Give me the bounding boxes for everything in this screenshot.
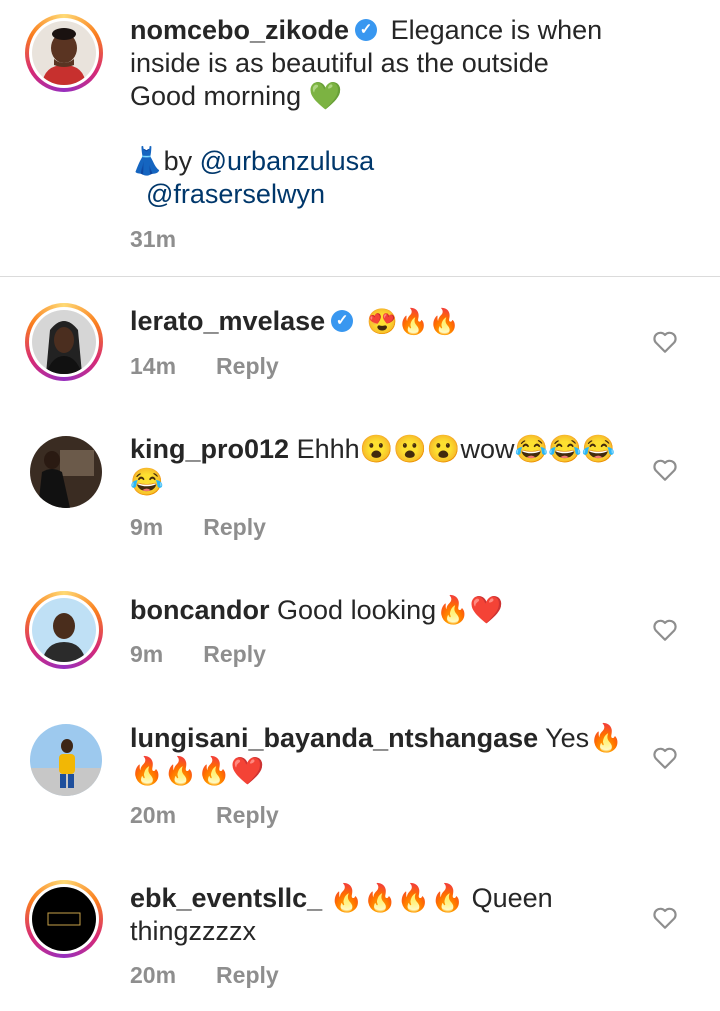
comment-text: 😍🔥🔥 [366,308,461,336]
reply-button[interactable]: Reply [216,353,279,379]
avatar[interactable] [30,436,102,508]
verified-badge-icon: ✓ [331,309,354,332]
avatar [32,21,96,85]
mention-link[interactable]: @urbanzulusa [200,146,375,176]
comment-text-continued: 🔥🔥🔥❤️ [130,756,265,786]
comment-timestamp: 9m [130,641,164,667]
comment-timestamp: 20m [130,962,177,988]
comment-avatar-ring[interactable] [25,880,103,958]
avatar [32,310,96,374]
post-author-avatar-ring[interactable] [25,14,103,92]
heart-outline-icon[interactable] [652,745,678,771]
heart-outline-icon[interactable] [652,617,678,643]
caption-text-line3: Good morning 💚 [130,81,343,111]
caption-text-line1: Elegance is when [390,15,603,45]
avatar [32,598,96,662]
verified-badge-icon: ✓ [355,18,378,41]
heart-outline-icon[interactable] [652,457,678,483]
comment-text: 🔥🔥🔥🔥 Queen [329,883,553,913]
comment-avatar-ring[interactable] [25,303,103,381]
comment-avatar-ring[interactable] [25,591,103,669]
mention-link[interactable]: @fraserselwyn [146,179,325,209]
comment-username[interactable]: lungisani_bayanda_ntshangase [130,723,538,753]
comment-username[interactable]: king_pro012 [130,434,289,464]
caption-text-line2: inside is as beautiful as the outside [130,48,549,78]
comment-username[interactable]: ebk_eventsllc_ [130,883,322,913]
comment-timestamp: 20m [130,802,177,828]
avatar [32,887,96,951]
post-timestamp: 31m [130,226,177,252]
comment-timestamp: 14m [130,353,177,379]
heart-outline-icon[interactable] [652,329,678,355]
avatar[interactable] [30,724,102,796]
reply-button[interactable]: Reply [203,641,266,667]
comment-text-continued: thingzzzzx [130,916,257,946]
caption-credit-prefix: 👗by [130,146,200,176]
comment-username[interactable]: lerato_mvelase [130,306,325,336]
comment-text: Good looking🔥❤️ [277,595,504,625]
comment-text: Ehhh😮😮😮wow😂😂😂 [296,434,616,464]
heart-outline-icon[interactable] [652,905,678,931]
comment-timestamp: 9m [130,514,164,540]
divider [0,276,720,277]
comment-username[interactable]: boncandor [130,595,270,625]
comment-text-continued: 😂 [130,467,164,497]
reply-button[interactable]: Reply [216,962,279,988]
post-author-username[interactable]: nomcebo_zikode [130,15,349,45]
comment-text: Yes🔥 [545,723,623,753]
reply-button[interactable]: Reply [216,802,279,828]
reply-button[interactable]: Reply [203,514,266,540]
